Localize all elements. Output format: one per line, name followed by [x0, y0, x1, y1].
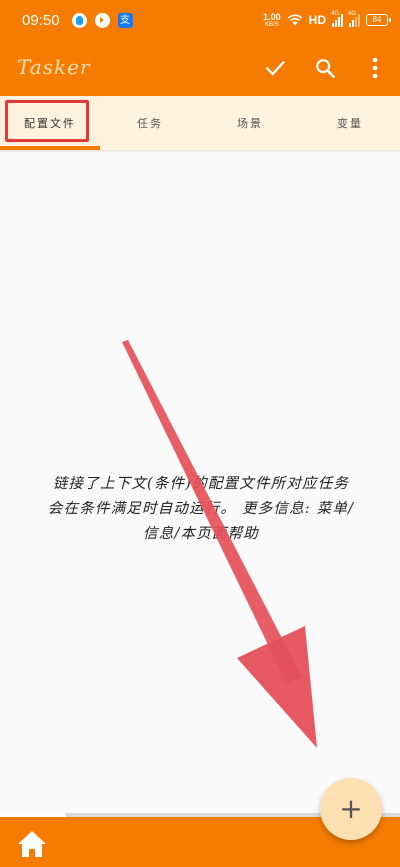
add-profile-button[interactable]: + [320, 778, 382, 840]
tab-tasks[interactable]: 任务 [100, 96, 200, 150]
hd-label: HD [308, 13, 326, 27]
network-speed-unit: KB/S [265, 21, 279, 28]
alipay-icon: 支 [117, 12, 133, 28]
overflow-menu-button[interactable] [350, 40, 400, 96]
empty-state-line-3: 信息/本页面帮助 [143, 526, 259, 542]
play-icon [94, 12, 110, 28]
empty-state-line-1: 链接了上下文(条件)的配置文件所对应任务 [52, 476, 350, 492]
wifi-icon [287, 14, 302, 26]
tab-variables[interactable]: 变量 [300, 96, 400, 150]
tab-label: 场景 [237, 117, 263, 130]
home-icon [18, 831, 46, 857]
profiles-list[interactable]: 链接了上下文(条件)的配置文件所对应任务 会在条件满足时自动运行。 更多信息: … [0, 153, 400, 813]
tab-label: 任务 [137, 117, 163, 130]
more-vert-icon [372, 57, 378, 79]
status-left: 09:50 支 [22, 12, 133, 29]
tab-profiles[interactable]: 配置文件 [0, 96, 100, 150]
qq-icon [71, 12, 87, 28]
tab-scenes[interactable]: 场景 [200, 96, 300, 150]
signal-icon-1: 4G [331, 10, 343, 27]
signal-icon-2: 4G [348, 11, 360, 27]
status-time: 09:50 [22, 11, 60, 29]
network-speed-value: 1.00 [263, 11, 281, 22]
search-icon [316, 59, 335, 78]
signal-1-label: 4G [331, 10, 340, 17]
app-title: Tasker [17, 55, 91, 79]
network-speed: 1.00 KB/S [263, 11, 281, 28]
home-button[interactable] [12, 824, 52, 864]
status-bar: 09:50 支 1.00 KB/S HD 4G 4G 84 [0, 0, 400, 40]
empty-state-message: 链接了上下文(条件)的配置文件所对应任务 会在条件满足时自动运行。 更多信息: … [0, 472, 400, 547]
confirm-button[interactable] [250, 40, 300, 96]
app-bar: Tasker [0, 40, 400, 96]
tab-label: 变量 [337, 117, 363, 130]
search-button[interactable] [300, 40, 350, 96]
app-actions [250, 40, 400, 96]
battery-icon: 84 [366, 14, 391, 26]
empty-state-line-2: 会在条件满足时自动运行。 更多信息: 菜单/ [47, 501, 355, 517]
tab-bar: 配置文件 任务 场景 变量 [0, 96, 400, 150]
check-icon [265, 60, 285, 76]
tab-highlight-box [5, 100, 89, 142]
status-right: 1.00 KB/S HD 4G 4G 84 [263, 10, 391, 28]
